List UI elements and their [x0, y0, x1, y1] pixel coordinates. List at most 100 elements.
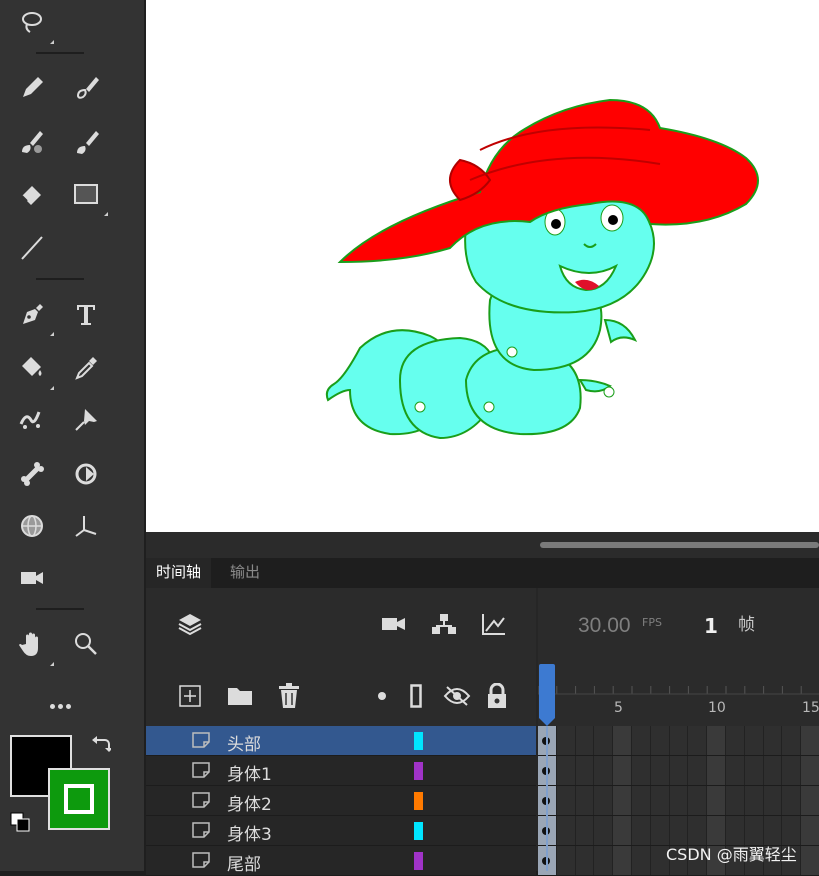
frame-cell[interactable]	[763, 726, 783, 755]
frame-cell[interactable]	[763, 786, 783, 815]
frame-cell[interactable]	[726, 786, 745, 815]
line-tool[interactable]	[14, 230, 50, 266]
frame-cell[interactable]	[726, 726, 745, 755]
layer-color-marker[interactable]	[414, 792, 423, 810]
delete-layer-icon[interactable]	[276, 682, 302, 710]
frame-cell[interactable]	[763, 756, 783, 785]
zoom-tool[interactable]	[68, 626, 104, 662]
frame-cell[interactable]	[707, 786, 726, 815]
pen-tool[interactable]	[14, 296, 50, 332]
frame-cell[interactable]	[575, 816, 595, 845]
show-layers-icon[interactable]	[176, 610, 204, 638]
frame-cell[interactable]	[613, 786, 632, 815]
paint-bucket-tool[interactable]	[14, 350, 50, 386]
pin-tool[interactable]	[68, 402, 104, 438]
layer-name[interactable]: 头部	[227, 730, 261, 755]
frame-cell[interactable]	[632, 726, 651, 755]
layer-name[interactable]: 身体3	[227, 820, 272, 845]
frame-cell[interactable]	[782, 756, 802, 785]
frame-cell[interactable]	[650, 756, 670, 785]
camera-tool[interactable]	[14, 560, 50, 596]
rotate-3d-tool[interactable]	[68, 456, 104, 492]
layer-color-marker[interactable]	[414, 822, 423, 840]
frame-cell[interactable]	[782, 726, 802, 755]
globe-tool[interactable]	[14, 508, 50, 544]
fill-color-swatch[interactable]	[48, 768, 110, 830]
lock-icon[interactable]	[484, 682, 510, 710]
frame-cell[interactable]	[575, 786, 595, 815]
playhead[interactable]	[539, 664, 555, 871]
frame-cell[interactable]	[669, 786, 689, 815]
frame-cell[interactable]	[688, 786, 708, 815]
frame-cell[interactable]	[575, 756, 595, 785]
frame-cell[interactable]	[613, 756, 632, 785]
frame-cell[interactable]	[726, 756, 745, 785]
tab-timeline[interactable]: 时间轴	[146, 558, 212, 590]
frame-cell[interactable]	[556, 756, 576, 785]
tab-output[interactable]: 输出	[220, 558, 270, 588]
frame-cell[interactable]	[669, 756, 689, 785]
stage-canvas[interactable]	[146, 0, 819, 532]
swap-colors-icon[interactable]	[90, 736, 112, 756]
layer-name[interactable]: 尾部	[227, 850, 261, 875]
frame-cell[interactable]	[650, 786, 670, 815]
frame-cell[interactable]	[744, 786, 764, 815]
frame-cell[interactable]	[556, 816, 576, 845]
fps-value[interactable]: 30.00	[578, 614, 631, 638]
frame-cell[interactable]	[594, 816, 614, 845]
frame-row[interactable]	[538, 756, 819, 786]
highlight-layers-icon[interactable]	[376, 690, 388, 702]
frame-row[interactable]	[538, 786, 819, 816]
frame-cell[interactable]	[688, 726, 708, 755]
frame-cell[interactable]	[650, 726, 670, 755]
frame-cell[interactable]	[594, 726, 614, 755]
frame-cell[interactable]	[688, 756, 708, 785]
frame-cell[interactable]	[744, 756, 764, 785]
layer-row-body2[interactable]: 身体2	[146, 786, 536, 816]
frame-cell[interactable]	[801, 816, 819, 845]
frame-cell[interactable]	[632, 816, 651, 845]
eyedropper-tool[interactable]	[68, 350, 104, 386]
frame-cell[interactable]	[632, 786, 651, 815]
default-colors-icon[interactable]	[8, 810, 32, 834]
rectangle-tool[interactable]	[68, 176, 104, 212]
parenting-view-icon[interactable]	[430, 610, 458, 638]
graph-editor-icon[interactable]	[480, 610, 508, 638]
frame-cell[interactable]	[744, 726, 764, 755]
outline-view-icon[interactable]	[408, 682, 424, 710]
frame-row[interactable]	[538, 726, 819, 756]
layer-color-marker[interactable]	[414, 852, 423, 870]
frame-cell[interactable]	[556, 786, 576, 815]
bone-tool[interactable]	[14, 456, 50, 492]
pencil-tool[interactable]	[14, 70, 50, 106]
frame-cell[interactable]	[613, 816, 632, 845]
new-layer-icon[interactable]	[178, 684, 202, 708]
camera-icon[interactable]	[380, 610, 408, 638]
text-tool[interactable]	[68, 296, 104, 332]
frame-cell[interactable]	[801, 726, 819, 755]
axis-3d-tool[interactable]	[68, 508, 104, 544]
layer-row-body1[interactable]: 身体1	[146, 756, 536, 786]
layer-color-marker[interactable]	[414, 732, 423, 750]
layer-row-head[interactable]: 头部	[146, 726, 536, 756]
frame-cell[interactable]	[782, 786, 802, 815]
layer-row-body3[interactable]: 身体3	[146, 816, 536, 846]
layer-color-marker[interactable]	[414, 762, 423, 780]
frame-cell[interactable]	[707, 726, 726, 755]
frame-cell[interactable]	[556, 726, 576, 755]
more-tools-button[interactable]	[44, 694, 76, 718]
paint-brush-tool[interactable]	[68, 70, 104, 106]
layer-name[interactable]: 身体2	[227, 790, 272, 815]
visibility-icon[interactable]	[442, 684, 472, 708]
frame-cell[interactable]	[801, 786, 819, 815]
hand-tool[interactable]	[14, 626, 50, 662]
current-frame-value[interactable]: 1	[704, 614, 718, 638]
frame-cell[interactable]	[801, 756, 819, 785]
asset-warp-tool[interactable]	[14, 402, 50, 438]
frame-ruler[interactable]: 5 10 15	[538, 664, 819, 726]
fluid-brush-tool[interactable]	[14, 124, 50, 160]
frame-cell[interactable]	[575, 726, 595, 755]
frame-cell[interactable]	[632, 756, 651, 785]
eraser-tool[interactable]	[14, 176, 50, 212]
layer-name[interactable]: 身体1	[227, 760, 272, 785]
